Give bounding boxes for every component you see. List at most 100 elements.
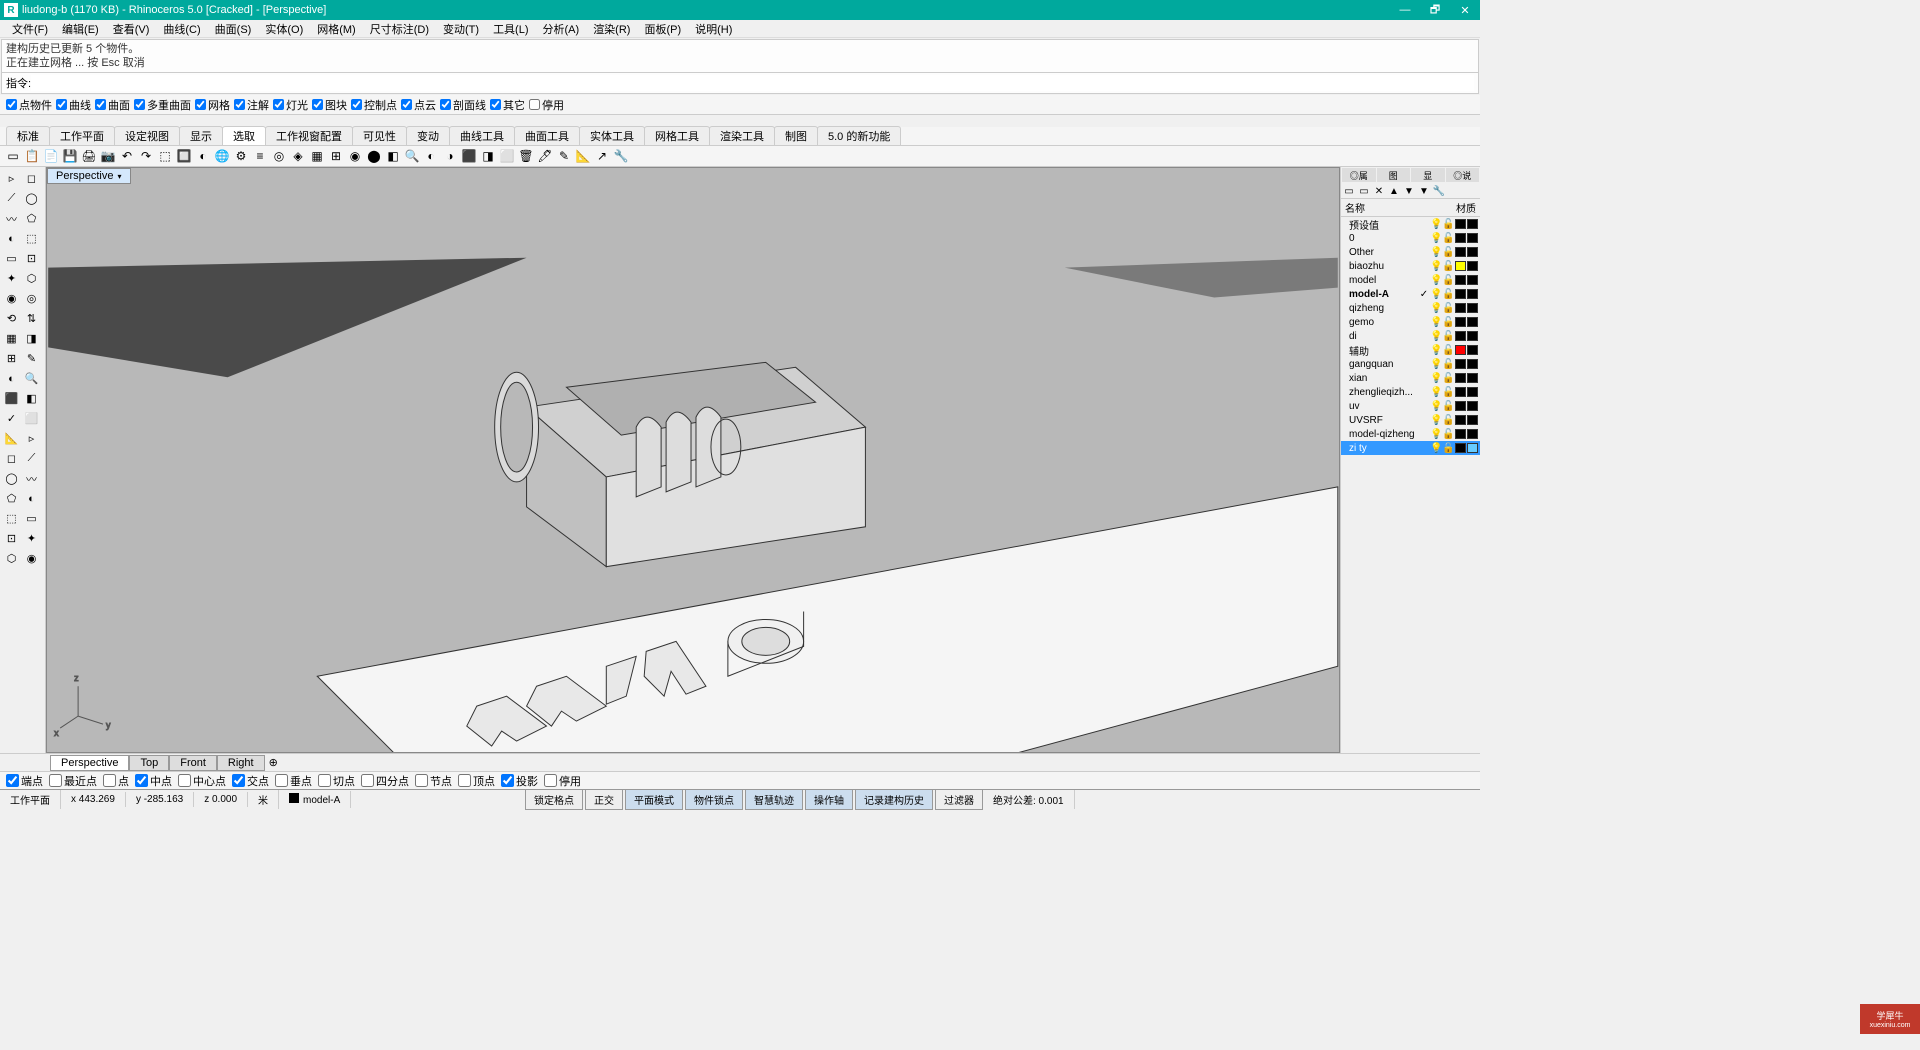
layer-model[interactable]: model💡🔓: [1341, 273, 1480, 287]
viewport[interactable]: z y x Perspective: [46, 167, 1340, 753]
osnap-端点[interactable]: 端点: [6, 773, 43, 789]
side-tool-7[interactable]: ⬚: [22, 229, 41, 248]
menu-说明(H)[interactable]: 说明(H): [689, 20, 738, 38]
layer-model-A[interactable]: model-A✓💡🔓: [1341, 287, 1480, 301]
tab-变动[interactable]: 变动: [406, 126, 450, 146]
side-tool-34[interactable]: ⬚: [2, 509, 21, 528]
minimize-button[interactable]: —: [1390, 0, 1420, 20]
side-tool-2[interactable]: ⟋: [2, 189, 21, 208]
toolbar-icon-11[interactable]: 🌐: [213, 147, 231, 165]
side-tool-11[interactable]: ⬡: [22, 269, 41, 288]
osnap-点[interactable]: 点: [103, 773, 129, 789]
menu-文件(F)[interactable]: 文件(F): [6, 20, 54, 38]
tab-曲面工具[interactable]: 曲面工具: [514, 126, 580, 146]
toolbar-icon-21[interactable]: 🔍: [403, 147, 421, 165]
menu-分析(A)[interactable]: 分析(A): [537, 20, 586, 38]
new-layer-icon[interactable]: ▭: [1342, 184, 1356, 198]
side-tool-17[interactable]: ◨: [22, 329, 41, 348]
filter-控制点[interactable]: 控制点: [351, 97, 397, 113]
tab-网格工具[interactable]: 网格工具: [644, 126, 710, 146]
toolbar-icon-31[interactable]: ↗: [593, 147, 611, 165]
layer-di[interactable]: di💡🔓: [1341, 329, 1480, 343]
tab-工作视窗配置[interactable]: 工作视窗配置: [265, 126, 353, 146]
tab-5.0 的新功能[interactable]: 5.0 的新功能: [817, 126, 901, 146]
side-tool-3[interactable]: ◯: [22, 189, 41, 208]
side-tool-23[interactable]: ◧: [22, 389, 41, 408]
layer-辅助[interactable]: 辅助💡🔓: [1341, 343, 1480, 357]
side-tool-27[interactable]: ▹: [22, 429, 41, 448]
side-tool-24[interactable]: ✓: [2, 409, 21, 428]
toolbar-icon-5[interactable]: 📷: [99, 147, 117, 165]
osnap-投影[interactable]: 投影: [501, 773, 538, 789]
filter-剖面线[interactable]: 剖面线: [440, 97, 486, 113]
layer-xian[interactable]: xian💡🔓: [1341, 371, 1480, 385]
restore-button[interactable]: 🗗: [1420, 0, 1450, 20]
status-物件锁点[interactable]: 物件锁点: [685, 789, 743, 810]
layer-UVSRF[interactable]: UVSRF💡🔓: [1341, 413, 1480, 427]
toolbar-icon-20[interactable]: ◧: [384, 147, 402, 165]
tools-icon[interactable]: 🔧: [1432, 184, 1446, 198]
side-tool-14[interactable]: ⟲: [2, 309, 21, 328]
tab-实体工具[interactable]: 实体工具: [579, 126, 645, 146]
tab-标准[interactable]: 标准: [6, 126, 50, 146]
toolbar-icon-6[interactable]: ↶: [118, 147, 136, 165]
layer-model-qizheng[interactable]: model-qizheng💡🔓: [1341, 427, 1480, 441]
toolbar-icon-2[interactable]: 📄: [42, 147, 60, 165]
side-tool-6[interactable]: ◐: [2, 229, 21, 248]
panel-tab-图[interactable]: 图: [1377, 168, 1411, 182]
toolbar-icon-4[interactable]: 🖨: [80, 147, 98, 165]
viewtab-Perspective[interactable]: Perspective: [50, 755, 129, 771]
osnap-中心点[interactable]: 中心点: [178, 773, 226, 789]
move-up-icon[interactable]: ▲: [1387, 184, 1401, 198]
filter-网格[interactable]: 网格: [195, 97, 230, 113]
layer-Other[interactable]: Other💡🔓: [1341, 245, 1480, 259]
side-tool-32[interactable]: ⬠: [2, 489, 21, 508]
filter-图块[interactable]: 图块: [312, 97, 347, 113]
filter-灯光[interactable]: 灯光: [273, 97, 308, 113]
menu-曲线(C)[interactable]: 曲线(C): [157, 20, 206, 38]
osnap-四分点[interactable]: 四分点: [361, 773, 409, 789]
panel-tab-◎属[interactable]: ◎属: [1342, 168, 1376, 182]
command-line[interactable]: 指令:: [2, 72, 1478, 93]
toolbar-icon-29[interactable]: ✎: [555, 147, 573, 165]
move-down-icon[interactable]: ▼: [1402, 184, 1416, 198]
menu-编辑(E)[interactable]: 编辑(E): [56, 20, 105, 38]
side-tool-12[interactable]: ◉: [2, 289, 21, 308]
side-tool-35[interactable]: ▭: [22, 509, 41, 528]
status-记录建构历史[interactable]: 记录建构历史: [855, 789, 933, 810]
layer-0[interactable]: 0💡🔓: [1341, 231, 1480, 245]
toolbar-icon-3[interactable]: 💾: [61, 147, 79, 165]
side-tool-22[interactable]: ⬛: [2, 389, 21, 408]
toolbar-icon-32[interactable]: 🔧: [612, 147, 630, 165]
toolbar-icon-18[interactable]: ◉: [346, 147, 364, 165]
toolbar-icon-13[interactable]: ≡: [251, 147, 269, 165]
menu-渲染(R)[interactable]: 渲染(R): [587, 20, 636, 38]
side-tool-30[interactable]: ◯: [2, 469, 21, 488]
osnap-顶点[interactable]: 顶点: [458, 773, 495, 789]
filter-点物件[interactable]: 点物件: [6, 97, 52, 113]
toolbar-icon-0[interactable]: ▭: [4, 147, 22, 165]
menu-查看(V)[interactable]: 查看(V): [107, 20, 156, 38]
osnap-最近点[interactable]: 最近点: [49, 773, 97, 789]
viewtab-Top[interactable]: Top: [129, 755, 169, 771]
tab-曲线工具[interactable]: 曲线工具: [449, 126, 515, 146]
side-tool-29[interactable]: ⟋: [22, 449, 41, 468]
new-sublayer-icon[interactable]: ▭: [1357, 184, 1371, 198]
side-tool-39[interactable]: ◉: [22, 549, 41, 568]
filter-曲线[interactable]: 曲线: [56, 97, 91, 113]
side-tool-33[interactable]: ◐: [22, 489, 41, 508]
side-tool-37[interactable]: ✦: [22, 529, 41, 548]
tab-渲染工具[interactable]: 渲染工具: [709, 126, 775, 146]
status-锁定格点[interactable]: 锁定格点: [525, 789, 583, 810]
layer-biaozhu[interactable]: biaozhu💡🔓: [1341, 259, 1480, 273]
filter-曲面[interactable]: 曲面: [95, 97, 130, 113]
toolbar-icon-23[interactable]: ◑: [441, 147, 459, 165]
toolbar-icon-22[interactable]: ◐: [422, 147, 440, 165]
layer-预设值[interactable]: 预设值💡🔓: [1341, 217, 1480, 231]
toolbar-icon-14[interactable]: ◎: [270, 147, 288, 165]
close-button[interactable]: ✕: [1450, 0, 1480, 20]
status-平面模式[interactable]: 平面模式: [625, 789, 683, 810]
toolbar-icon-1[interactable]: 📋: [23, 147, 41, 165]
status-智慧轨迹[interactable]: 智慧轨迹: [745, 789, 803, 810]
panel-tab-显[interactable]: 显: [1411, 168, 1445, 182]
